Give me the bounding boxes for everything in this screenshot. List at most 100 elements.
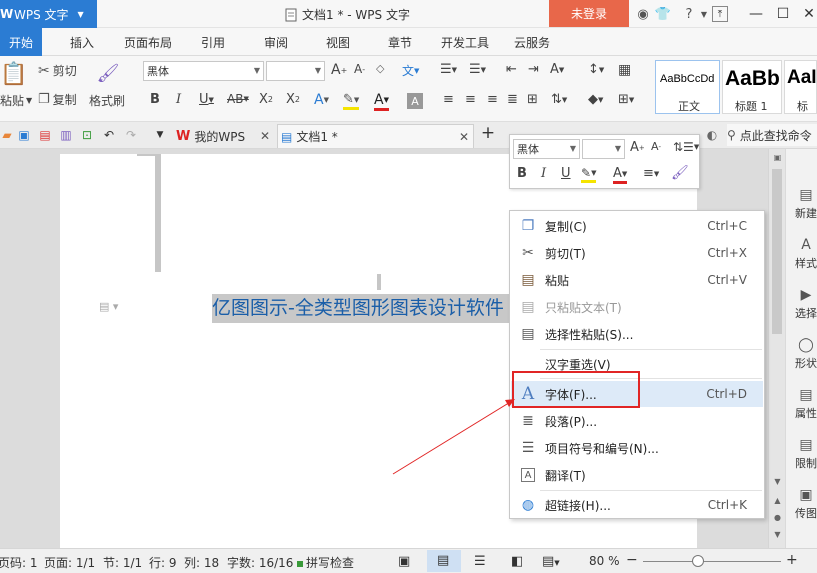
char-shading-button[interactable]: A bbox=[407, 93, 423, 109]
tab-review[interactable]: 审阅 bbox=[264, 28, 288, 56]
menu-item-paste[interactable]: ▤ 粘贴 Ctrl+V bbox=[511, 267, 763, 293]
superscript-button[interactable]: X2 bbox=[259, 92, 273, 107]
undo-icon[interactable]: ↶ bbox=[102, 128, 116, 142]
mini-font-size-select[interactable]: ▼ bbox=[582, 139, 625, 159]
brush-icon[interactable]: 🖌 bbox=[671, 165, 689, 181]
shrink-font-icon[interactable]: A- bbox=[354, 62, 365, 76]
bold-button[interactable]: B bbox=[150, 92, 160, 107]
align-left-icon[interactable]: ≡ bbox=[443, 92, 454, 107]
tab-references[interactable]: 引用 bbox=[201, 28, 225, 56]
menu-item-bullets-numbering[interactable]: ☰ 项目符号和编号(N)... bbox=[511, 435, 763, 461]
menu-item-copy[interactable]: ❐ 复制(C) Ctrl+C bbox=[511, 213, 763, 239]
login-button[interactable]: 未登录 bbox=[549, 0, 629, 27]
minimize-icon[interactable]: — bbox=[746, 4, 766, 24]
font-color-button[interactable]: A ▼ bbox=[613, 166, 628, 184]
paste-icon[interactable]: 📋 bbox=[0, 60, 28, 88]
tab-cloud[interactable]: 云服务 bbox=[514, 28, 550, 56]
style-heading[interactable]: AaI 标题 bbox=[784, 60, 817, 114]
prev-page-icon[interactable]: ▲ bbox=[772, 495, 783, 506]
format-painter-button[interactable]: 格式刷 bbox=[89, 92, 125, 109]
text-effect-button[interactable]: A ▼ bbox=[314, 92, 329, 108]
bold-button[interactable]: B bbox=[517, 166, 527, 181]
print-icon[interactable]: ▥ bbox=[59, 128, 73, 142]
bullets-icon[interactable]: ☰ ▼ bbox=[440, 62, 457, 77]
close-tab-icon[interactable]: ✕ bbox=[260, 129, 270, 143]
chevron-down-icon[interactable]: ▼ bbox=[695, 5, 713, 23]
close-tab-icon[interactable]: ✕ bbox=[459, 130, 469, 144]
line-spacing-icon[interactable]: ⇅☰ ▼ bbox=[673, 140, 699, 154]
italic-button[interactable]: I bbox=[541, 166, 546, 181]
style-heading1[interactable]: AaBb 标题 1 bbox=[722, 60, 782, 114]
justify-icon[interactable]: ≣ bbox=[507, 92, 518, 107]
read-view-icon[interactable]: ▤▼ bbox=[542, 554, 560, 569]
spell-check-button[interactable]: 拼写检查 bbox=[297, 554, 354, 571]
scroll-down-icon[interactable]: ▼ bbox=[772, 476, 783, 487]
save-icon[interactable]: ▣ bbox=[17, 128, 31, 142]
open-folder-icon[interactable]: ▰ bbox=[0, 128, 14, 142]
maximize-icon[interactable]: ☐ bbox=[773, 4, 793, 24]
menu-item-translate[interactable]: A 翻译(T) bbox=[511, 462, 763, 488]
wps-app-menu[interactable]: W WPS 文字 ▼ bbox=[0, 0, 97, 28]
increase-indent-icon[interactable]: ⇥ bbox=[528, 62, 539, 77]
style-normal[interactable]: AaBbCcDd 正文 bbox=[655, 60, 720, 114]
skin-icon[interactable]: ◉ bbox=[634, 5, 652, 23]
shading-icon[interactable]: ◆ ▼ bbox=[588, 92, 603, 107]
cut-button[interactable]: ✂ 剪切 bbox=[38, 62, 77, 79]
paragraph-handle-icon[interactable]: ▤ ▾ bbox=[99, 300, 118, 313]
chevron-down-icon[interactable]: ▼ bbox=[153, 128, 167, 142]
table-icon[interactable]: ▦ bbox=[618, 62, 631, 78]
pdf-icon[interactable]: ▤ bbox=[38, 128, 52, 142]
restore-ribbon-icon[interactable]: ⤒ bbox=[712, 6, 728, 22]
outline-view-icon[interactable]: ☰ bbox=[474, 554, 486, 569]
underline-button[interactable]: U bbox=[561, 166, 571, 181]
mini-font-name-select[interactable]: 黑体 ▼ bbox=[513, 139, 580, 159]
tab-my-wps[interactable]: W 我的WPS ✕ bbox=[176, 124, 274, 148]
tab-insert[interactable]: 插入 bbox=[70, 28, 94, 56]
italic-button[interactable]: I bbox=[176, 92, 181, 107]
web-view-icon[interactable]: ◧ bbox=[511, 554, 523, 569]
align-icon[interactable]: ≡ ▼ bbox=[643, 166, 659, 181]
zoom-slider-track[interactable] bbox=[643, 561, 781, 562]
tab-page-layout[interactable]: 页面布局 bbox=[124, 28, 172, 56]
side-restrict-button[interactable]: ▤ 限制 bbox=[786, 437, 817, 471]
zoom-in-icon[interactable]: + bbox=[786, 552, 798, 568]
fullscreen-icon[interactable]: ▣ bbox=[398, 554, 410, 569]
side-property-button[interactable]: ▤ 属性 bbox=[786, 387, 817, 421]
vertical-scrollbar[interactable]: ▣ ▼ ▲ ● ▼ bbox=[768, 149, 785, 548]
align-center-icon[interactable]: ≡ bbox=[465, 92, 476, 107]
menu-item-paste-special[interactable]: ▤ 选择性粘贴(S)... bbox=[511, 321, 763, 347]
brush-icon[interactable]: 🖌 bbox=[95, 60, 121, 86]
side-transfer-button[interactable]: ▣ 传图 bbox=[786, 487, 817, 521]
command-search[interactable]: ⚲ 点此查找命令 bbox=[727, 124, 817, 146]
tab-section[interactable]: 章节 bbox=[388, 28, 412, 56]
menu-item-hyperlink[interactable]: ◍ 超链接(H)... Ctrl+K bbox=[511, 492, 763, 518]
status-words[interactable]: 字数: 16/16 bbox=[227, 554, 293, 571]
distribute-icon[interactable]: ⊞ bbox=[527, 92, 538, 107]
menu-item-cut[interactable]: ✂ 剪切(T) Ctrl+X bbox=[511, 240, 763, 266]
menu-item-paste-text-only[interactable]: ▤ 只粘贴文本(T) bbox=[511, 294, 763, 320]
grow-font-icon[interactable]: A + bbox=[331, 62, 347, 78]
underline-button[interactable]: U ▼ bbox=[199, 92, 214, 107]
tab-developer[interactable]: 开发工具 bbox=[441, 28, 489, 56]
copy-button[interactable]: ❐ 复制 bbox=[38, 91, 77, 108]
font-name-select[interactable]: 黑体 ▼ bbox=[143, 61, 264, 81]
side-style-button[interactable]: A 样式 bbox=[786, 237, 817, 271]
paste-button[interactable]: 粘贴 ▼ bbox=[0, 92, 32, 109]
clear-format-icon[interactable]: ◇ bbox=[376, 62, 384, 75]
numbering-icon[interactable]: ☰ ▼ bbox=[469, 62, 486, 77]
side-shape-button[interactable]: ◯ 形状 bbox=[786, 337, 817, 371]
shrink-font-icon[interactable]: A- bbox=[651, 140, 661, 153]
highlight-button[interactable]: ✎ ▼ bbox=[343, 92, 360, 110]
font-size-select[interactable]: ▼ bbox=[266, 61, 325, 81]
new-tab-icon[interactable]: + bbox=[481, 123, 495, 143]
select-browse-icon[interactable]: ● bbox=[772, 512, 783, 523]
zoom-out-icon[interactable]: − bbox=[626, 552, 638, 568]
line-spacing-icon[interactable]: ⇅ ▼ bbox=[551, 92, 567, 107]
tab-document1[interactable]: ▤ 文档1 * ✕ bbox=[277, 124, 474, 148]
side-select-button[interactable]: ▶ 选择 bbox=[786, 287, 817, 321]
tab-home[interactable]: 开始 bbox=[0, 28, 42, 56]
tab-view[interactable]: 视图 bbox=[326, 28, 350, 56]
side-new-button[interactable]: ▤ 新建 bbox=[786, 187, 817, 221]
subscript-button[interactable]: X2 bbox=[286, 92, 300, 107]
close-icon[interactable]: ✕ bbox=[799, 4, 817, 24]
